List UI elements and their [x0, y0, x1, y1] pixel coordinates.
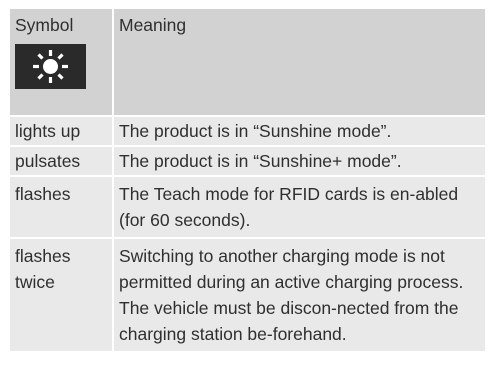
symbol-header-cell: Symbol: [10, 9, 112, 115]
meaning-cell: Switching to another charging mode is no…: [112, 237, 485, 351]
sun-icon: [15, 44, 86, 89]
symbol-meaning-table: Symbol Meaning lights up The product is …: [10, 9, 485, 351]
meaning-header-label: Meaning: [119, 15, 187, 35]
table-row: flashes twice Switching to another charg…: [10, 237, 485, 351]
table-body: lights up The product is in “Sunshine mo…: [10, 115, 485, 351]
table-row: lights up The product is in “Sunshine mo…: [10, 115, 485, 145]
symbol-cell: lights up: [10, 115, 112, 145]
table-row: pulsates The product is in “Sunshine+ mo…: [10, 145, 485, 175]
table-row: flashes The Teach mode for RFID cards is…: [10, 175, 485, 237]
page: Symbol Meaning lights up The product is …: [0, 0, 493, 385]
meaning-cell: The product is in “Sunshine mode”.: [112, 115, 485, 145]
meaning-header-cell: Meaning: [112, 9, 485, 115]
symbol-cell: flashes twice: [10, 237, 112, 351]
meaning-cell: The product is in “Sunshine+ mode”.: [112, 145, 485, 175]
header-row: Symbol Meaning: [10, 9, 485, 115]
symbol-header-label: Symbol: [15, 15, 74, 35]
symbol-cell: pulsates: [10, 145, 112, 175]
symbol-cell: flashes: [10, 175, 112, 237]
meaning-cell: The Teach mode for RFID cards is en-able…: [112, 175, 485, 237]
table-header: Symbol Meaning: [10, 9, 485, 115]
